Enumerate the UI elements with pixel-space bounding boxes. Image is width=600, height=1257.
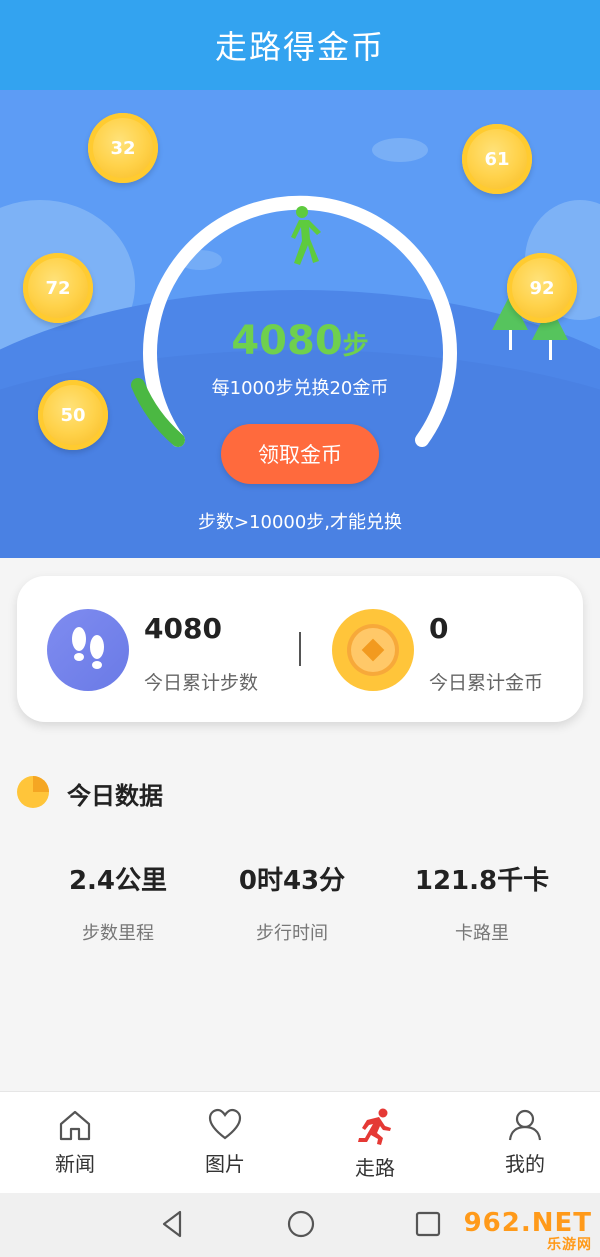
coin-icon [332,609,414,691]
metric-distance: 2.4公里 步数里程 [18,860,218,945]
bonus-coin[interactable]: 72 [23,253,93,323]
tab-label: 走路 [355,1156,395,1180]
daily-summary-card: 4080 今日累计步数 0 今日累计金币 [17,576,583,722]
today-steps-label: 今日累计步数 [144,672,259,694]
bonus-coin[interactable]: 92 [507,253,577,323]
metric-walk-time: 0时43分 步行时间 [192,860,392,945]
back-icon[interactable] [158,1208,188,1240]
today-coins-label: 今日累计金币 [429,672,544,694]
home-icon [59,1110,91,1141]
walking-person-icon [277,205,323,271]
today-coins-value: 0 [429,612,449,645]
running-icon [358,1108,391,1145]
metric-label: 步数里程 [82,923,154,944]
today-data-title: 今日数据 [67,782,163,810]
pie-chart-icon [16,775,50,813]
tab-label: 我的 [505,1152,545,1176]
metric-calories: 121.8千卡 卡路里 [382,860,582,945]
coin-value: 92 [529,277,555,299]
tab-news[interactable]: 新闻 [0,1092,150,1194]
coin-value: 32 [110,137,136,159]
watermark-logo: 962.NET 乐游网 [464,1208,592,1254]
coin-value: 50 [60,404,86,426]
tab-label: 图片 [205,1152,245,1176]
page-title: 走路得金币 [214,28,385,66]
home-circle-icon[interactable] [285,1208,317,1240]
metric-value: 0时43分 [238,866,346,896]
claim-coins-button[interactable]: 领取金币 [221,424,379,484]
divider [299,632,301,666]
metric-value: 121.8千卡 [414,866,550,896]
exchange-hint-text: 步数>10000步,才能兑换 [197,512,403,533]
user-icon [508,1109,542,1141]
tab-mine[interactable]: 我的 [450,1092,600,1194]
bonus-coin[interactable]: 61 [462,124,532,194]
exchange-rate-text: 每1000步兑换20金币 [211,378,389,399]
app-header: 走路得金币 [0,0,600,90]
tab-label: 新闻 [55,1152,95,1176]
tab-images[interactable]: 图片 [150,1092,300,1194]
current-steps: 4080步 [0,318,600,364]
tab-walk[interactable]: 走路 [300,1092,450,1194]
heart-icon [208,1108,242,1140]
coin-value: 61 [484,148,510,170]
steps-unit: 步 [342,331,369,361]
bonus-coin[interactable]: 32 [88,113,158,183]
step-hero-panel: 32 61 72 92 50 4080步 每1000步兑换20金币 领取金币 步… [0,90,600,558]
metric-label: 步行时间 [256,923,328,944]
bottom-tab-bar: 新闻 图片 走路 我的 [0,1091,600,1193]
metric-value: 2.4公里 [68,866,168,896]
metric-label: 卡路里 [455,923,509,944]
footprints-icon [47,609,129,691]
recents-icon[interactable] [412,1208,444,1240]
coin-value: 72 [45,277,71,299]
today-steps-value: 4080 [144,612,222,645]
steps-number: 4080 [231,318,343,364]
